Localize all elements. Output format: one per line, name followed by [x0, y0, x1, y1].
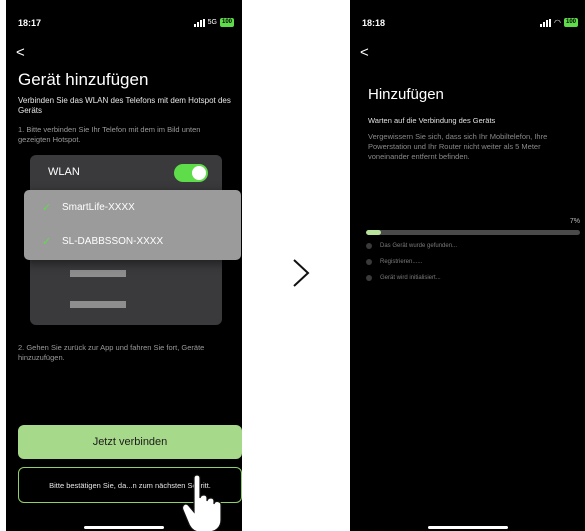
wlan-label: WLAN [48, 166, 80, 178]
stage-item: Das Gerät wurde gefunden... [366, 243, 457, 249]
progress-bar [366, 230, 580, 235]
stage-label: Das Gerät wurde gefunden... [380, 243, 458, 249]
stage-dot-icon [366, 243, 372, 249]
page-title: Gerät hinzufügen [18, 70, 149, 89]
chevron-right-icon [293, 259, 310, 287]
phone-screen-adding-progress: 18:18 ◠ 100 < Hinzufügen Warten auf die … [350, 0, 585, 531]
back-button[interactable]: < [360, 44, 369, 61]
wlan-toggle-icon [174, 164, 208, 182]
stage-label: Registrieren...... [380, 259, 423, 265]
connect-now-button[interactable]: Jetzt verbinden [18, 425, 242, 459]
stage-dot-icon [366, 275, 372, 281]
checkmark-icon: ✓ [42, 236, 52, 248]
status-bar: 18:18 ◠ 100 [362, 18, 578, 32]
stage-item: Gerät wird initialisiert... [366, 275, 441, 281]
checkmark-icon: ✓ [42, 202, 52, 214]
pointing-hand-icon [181, 474, 222, 531]
battery-icon: 100 [219, 18, 234, 27]
network-placeholder-bar [70, 301, 126, 308]
signal-icon [540, 18, 551, 27]
stage-dot-icon [366, 259, 372, 265]
wlan-row: WLAN [30, 155, 222, 189]
page-description: Vergewissern Sie sich, dass sich Ihr Mob… [368, 132, 548, 161]
page-subtitle: Verbinden Sie das WLAN des Telefons mit … [18, 96, 231, 115]
network-placeholder-bar [70, 270, 126, 277]
network-name: SL-DABBSSON-XXXX [62, 236, 164, 247]
home-indicator [84, 526, 164, 529]
phone-screen-add-device: 18:17 5G 100 < Gerät hinzufügen Verbinde… [6, 0, 242, 531]
instruction-step-1: 1. Bitte verbinden Sie Ihr Telefon mit d… [18, 125, 201, 144]
network-list-popup: ✓ SmartLife-XXXX ✓ SL-DABBSSON-XXXX [24, 190, 241, 260]
back-button[interactable]: < [16, 44, 25, 61]
stage-label: Gerät wird initialisiert... [380, 275, 441, 281]
wifi-icon: ◠ [554, 18, 561, 27]
network-name: SmartLife-XXXX [62, 202, 135, 213]
signal-icon [193, 18, 205, 27]
home-indicator [428, 526, 508, 529]
status-indicators: 5G 100 [193, 18, 234, 27]
network-item: ✓ SmartLife-XXXX [42, 201, 135, 214]
page-subtitle: Warten auf die Verbindung des Geräts [368, 116, 496, 125]
network-type: 5G [207, 19, 217, 26]
status-time: 18:17 [18, 18, 42, 28]
status-indicators: ◠ 100 [540, 18, 578, 27]
network-item: ✓ SL-DABBSSON-XXXX [42, 235, 163, 248]
status-time: 18:18 [362, 18, 386, 28]
stage-item: Registrieren...... [366, 259, 422, 265]
battery-icon: 100 [563, 18, 578, 27]
instruction-step-2: 2. Gehen Sie zurück zur App und fahren S… [18, 343, 205, 362]
progress-fill [366, 230, 381, 235]
progress-percentage: 7% [569, 218, 580, 225]
page-title: Hinzufügen [368, 86, 444, 103]
status-bar: 18:17 5G 100 [18, 18, 234, 32]
